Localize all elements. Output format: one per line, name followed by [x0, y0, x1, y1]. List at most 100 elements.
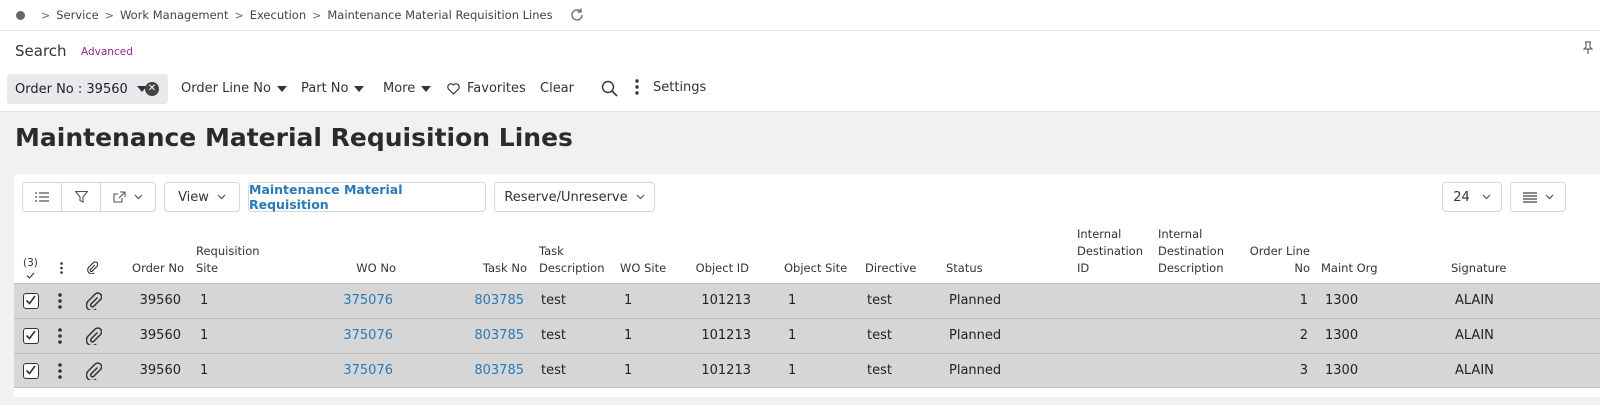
col-wo-no[interactable]: WO No: [314, 260, 396, 277]
breadcrumb-item-service[interactable]: Service: [56, 8, 99, 22]
settings-button[interactable]: Settings: [635, 79, 706, 95]
view-label: View: [178, 189, 209, 205]
col-order-line-no-label: Order Line: [1249, 244, 1310, 258]
favorites-button[interactable]: Favorites: [447, 81, 526, 96]
col-object-id-label: Object ID: [695, 261, 749, 275]
breadcrumb-item-work-management[interactable]: Work Management: [120, 8, 229, 22]
col-order-no-label: Order No: [132, 261, 184, 275]
row-checkbox[interactable]: [23, 363, 39, 379]
home-icon[interactable]: [16, 10, 25, 20]
row-kebab-icon[interactable]: [58, 363, 62, 379]
col-requisition-site[interactable]: Requisition Site: [196, 243, 260, 277]
cell-object-id: 101213: [701, 363, 751, 378]
col-object-site[interactable]: Object Site: [784, 260, 847, 277]
reserve-unreserve-label: Reserve/Unreserve: [504, 189, 628, 205]
breadcrumb: > Service > Work Management > Execution …: [0, 0, 1600, 31]
search-icon: [601, 80, 618, 97]
row-kebab-icon[interactable]: [58, 293, 62, 309]
density-button[interactable]: [1510, 182, 1566, 212]
table-row[interactable]: 39560 1 375076 803785 test 1 101213 1 te…: [14, 283, 1600, 318]
row-checkbox[interactable]: [23, 328, 39, 344]
export-button[interactable]: [100, 182, 156, 212]
select-all-check-icon[interactable]: [26, 272, 35, 279]
cell-status: Planned: [949, 363, 1002, 378]
cell-directive: test: [867, 293, 892, 308]
favorites-label: Favorites: [467, 81, 526, 96]
cell-maint-org: 1300: [1325, 363, 1359, 378]
order-no-filter-chip[interactable]: Order No : 39560 ✕: [7, 74, 168, 104]
chevron-down-icon: [636, 194, 645, 200]
col-internal-destination-id[interactable]: Internal Destination ID: [1077, 226, 1143, 277]
col-directive[interactable]: Directive: [865, 260, 917, 277]
col-order-no[interactable]: Order No: [114, 260, 184, 277]
cell-order-no: 39560: [139, 293, 181, 308]
col-task-no[interactable]: Task No: [454, 260, 527, 277]
col-internal-destination-id-label-2: Destination: [1077, 244, 1143, 258]
col-requisition-site-label-2: Site: [196, 261, 219, 275]
cell-order-no: 39560: [139, 363, 181, 378]
table-row[interactable]: 39560 1 375076 803785 test 1 101213 1 te…: [14, 353, 1600, 388]
order-line-no-filter[interactable]: Order Line No: [181, 81, 287, 96]
clear-filter-icon[interactable]: ✕: [145, 82, 159, 96]
attachment-icon[interactable]: [86, 327, 102, 345]
chevron-down-icon: [1482, 194, 1491, 200]
chevron-right-icon: >: [312, 8, 322, 22]
cell-wo-no-link[interactable]: 375076: [314, 354, 393, 388]
cell-order-line-no: 1: [1299, 293, 1308, 308]
col-internal-destination-id-label: Internal: [1077, 227, 1122, 241]
cell-requisition-site: 1: [200, 328, 209, 343]
filter-button[interactable]: [61, 182, 101, 212]
row-checkbox[interactable]: [23, 293, 39, 309]
attachment-icon[interactable]: [86, 362, 102, 380]
cell-task-description: test: [541, 328, 566, 343]
col-task-description[interactable]: Task Description: [539, 243, 605, 277]
attachment-icon[interactable]: [86, 292, 102, 310]
col-wo-site-label: WO Site: [620, 261, 667, 275]
kebab-icon: [635, 79, 639, 95]
cell-wo-no-link[interactable]: 375076: [314, 284, 393, 318]
table-row[interactable]: 39560 1 375076 803785 test 1 101213 1 te…: [14, 318, 1600, 353]
cell-wo-no-link[interactable]: 375076: [314, 319, 393, 353]
pin-icon[interactable]: [1582, 41, 1594, 55]
cell-task-no-link[interactable]: 803785: [454, 284, 524, 318]
page-size-value: 24: [1453, 189, 1470, 205]
cell-order-line-no: 3: [1299, 363, 1308, 378]
caret-down-icon: [354, 85, 365, 92]
search-title: Search: [15, 42, 67, 60]
col-order-line-no[interactable]: Order Line No: [1234, 243, 1310, 277]
search-button[interactable]: [601, 80, 618, 97]
refresh-icon[interactable]: [569, 7, 585, 23]
part-no-filter[interactable]: Part No: [301, 81, 365, 96]
row-kebab-icon[interactable]: [58, 328, 62, 344]
clear-button[interactable]: Clear: [540, 81, 574, 96]
chevron-down-icon: [1545, 194, 1553, 200]
cell-status: Planned: [949, 293, 1002, 308]
cell-directive: test: [867, 328, 892, 343]
list-view-button[interactable]: [22, 182, 62, 212]
col-status[interactable]: Status: [946, 260, 983, 277]
cell-maint-org: 1300: [1325, 328, 1359, 343]
list-icon: [35, 192, 49, 202]
maintenance-material-requisition-button[interactable]: Maintenance Material Requisition: [248, 182, 486, 212]
col-object-id[interactable]: Object ID: [674, 260, 749, 277]
more-filter[interactable]: More: [383, 81, 432, 96]
col-internal-destination-description[interactable]: Internal Destination Description: [1158, 226, 1224, 277]
check-icon: [25, 365, 36, 375]
cell-requisition-site: 1: [200, 293, 209, 308]
clear-label: Clear: [540, 81, 574, 96]
col-wo-site[interactable]: WO Site: [620, 260, 666, 277]
page-title: Maintenance Material Requisition Lines: [15, 123, 573, 152]
view-button[interactable]: View: [164, 182, 240, 212]
chevron-down-icon: [134, 194, 143, 200]
cell-wo-site: 1: [624, 328, 633, 343]
col-signature[interactable]: Signature: [1451, 260, 1506, 277]
advanced-search-link[interactable]: Advanced: [81, 46, 133, 58]
cell-order-no: 39560: [139, 328, 181, 343]
page-size-select[interactable]: 24: [1442, 182, 1502, 212]
cell-task-no-link[interactable]: 803785: [454, 319, 524, 353]
breadcrumb-item-execution[interactable]: Execution: [250, 8, 306, 22]
col-maint-org[interactable]: Maint Org: [1321, 260, 1378, 277]
reserve-unreserve-button[interactable]: Reserve/Unreserve: [494, 182, 655, 212]
cell-task-no-link[interactable]: 803785: [454, 354, 524, 388]
order-no-filter-label: Order No : 39560: [15, 81, 128, 97]
